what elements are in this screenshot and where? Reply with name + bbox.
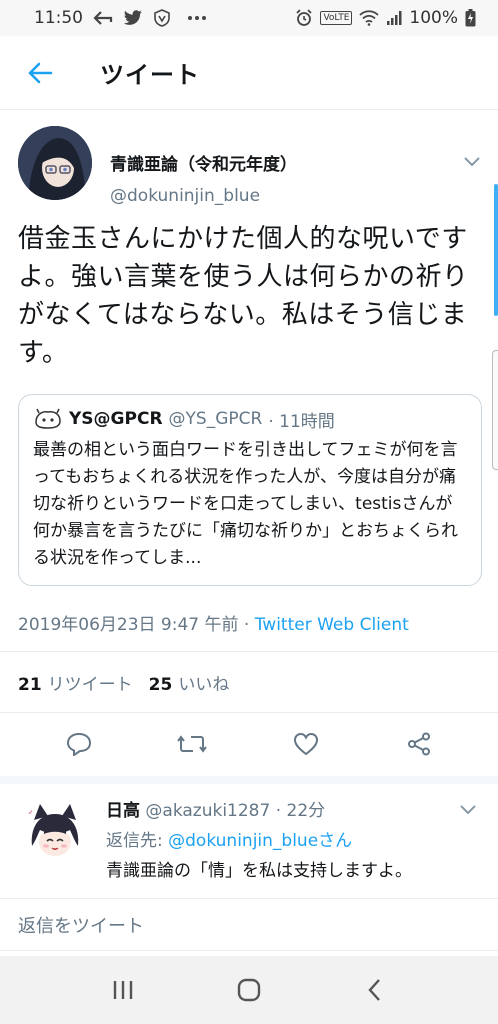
back-button[interactable]: [20, 53, 60, 93]
twitter-bird-icon: [123, 10, 143, 26]
reply-time: · 22分: [275, 801, 326, 821]
reply-to-suffix: さん: [318, 831, 353, 851]
tweet-author: 青識亜論（令和元年度） @dokuninjin_blue: [18, 126, 488, 206]
likes-stat[interactable]: 25 いいね: [149, 670, 230, 695]
quote-text: 最善の相という面白ワードを引き出してフェミが何を言ってもおちょくれる状況を作った…: [33, 440, 458, 568]
reply-button[interactable]: [57, 722, 101, 766]
quote-header: YS@GPCR @YS_GPCR · 11時間: [33, 407, 467, 432]
scrollbar[interactable]: [494, 184, 498, 316]
status-left: 11:50: [34, 8, 207, 28]
likes-label: いいね: [178, 675, 230, 695]
share-icon: [408, 732, 431, 756]
reply-to-prefix: 返信先:: [106, 831, 169, 851]
signal-icon: [386, 10, 402, 26]
quoted-tweet[interactable]: YS@GPCR @YS_GPCR · 11時間 最善の相という面白ワードを引き出…: [18, 394, 482, 586]
divider: [0, 898, 498, 899]
nav-back-button[interactable]: [351, 966, 399, 1014]
quote-author-name: YS@GPCR: [69, 409, 163, 429]
divider: [0, 651, 498, 652]
author-name[interactable]: 青識亜論（令和元年度）: [110, 150, 297, 175]
tweet-actions: [0, 712, 498, 776]
tweet-meta: 2019年06月23日 9:47 午前 · Twitter Web Client: [18, 610, 409, 635]
likes-count: 25: [148, 675, 173, 695]
back-arrow-icon: [93, 10, 113, 26]
battery-icon: [465, 9, 476, 27]
reply-compose-input[interactable]: 返信をツイート: [18, 912, 144, 938]
wifi-icon: [359, 10, 380, 26]
chevron-down-icon: [464, 157, 480, 167]
tweet-date: 2019年06月23日 9:47 午前: [18, 615, 239, 635]
tweet-menu-button[interactable]: [460, 152, 484, 172]
retweets-label: リツイート: [47, 675, 133, 695]
status-time: 11:50: [34, 8, 83, 28]
page-title: ツイート: [100, 61, 200, 89]
volte-icon: VoLTE: [320, 11, 353, 25]
alarm-icon: [295, 9, 313, 27]
reply-author-name[interactable]: 日高: [106, 801, 140, 821]
arrow-left-icon: [28, 62, 53, 83]
chevron-down-icon: [460, 805, 476, 815]
retweet-button[interactable]: [170, 722, 214, 766]
reply-to-line: 返信先: @dokuninjin_blueさん: [106, 826, 352, 851]
reply-header: 日高 @akazuki1287 · 22分: [106, 796, 325, 821]
author-avatar[interactable]: [18, 126, 92, 200]
more-dots-icon: [187, 15, 207, 21]
chevron-left-icon: [368, 979, 380, 1001]
recent-apps-icon: [113, 981, 133, 999]
status-bar: 11:50 VoLTE 100%: [0, 0, 498, 36]
tweet-text: 借金玉さんにかけた個人的な呪いですよ。強い言葉を使う人は何らかの祈りがなくてはな…: [18, 224, 469, 368]
tweet-client-link[interactable]: Twitter Web Client: [255, 615, 409, 635]
reply-tweet[interactable]: 日高 @akazuki1287 · 22分 返信先: @dokuninjin_b…: [0, 784, 498, 894]
retweets-count: 21: [18, 675, 42, 695]
retweets-stat[interactable]: 21 リツイート: [18, 670, 133, 695]
home-button[interactable]: [225, 966, 273, 1014]
share-button[interactable]: [397, 722, 441, 766]
system-nav-bar: [0, 956, 498, 1024]
reply-icon: [66, 732, 91, 756]
author-handle[interactable]: @dokuninjin_blue: [110, 186, 260, 206]
reply-avatar[interactable]: [22, 800, 88, 866]
quote-time: · 11時間: [268, 411, 335, 432]
edge-panel-handle[interactable]: [492, 350, 498, 470]
quote-author-handle: @YS_GPCR: [168, 409, 263, 429]
battery-percent: 100%: [409, 8, 458, 28]
tweet-stats: 21 リツイート 25 いいね: [18, 670, 229, 695]
app-bar: ツイート: [0, 36, 498, 110]
quote-avatar-icon: [33, 408, 63, 430]
status-right: VoLTE 100%: [295, 8, 476, 28]
like-button[interactable]: [284, 722, 328, 766]
compose-underline: [0, 950, 498, 951]
shield-icon: [153, 9, 171, 27]
reply-to-mention[interactable]: @dokuninjin_blue: [168, 831, 318, 851]
retweet-icon: [177, 735, 208, 753]
home-icon: [237, 978, 261, 1002]
meta-separator: ·: [238, 615, 255, 635]
section-divider: [0, 776, 498, 784]
reply-author-handle[interactable]: @akazuki1287: [145, 801, 270, 821]
reply-menu-button[interactable]: [456, 800, 480, 820]
heart-icon: [293, 732, 318, 756]
reply-text: 青識亜論の「情」を私は支持しますよ。: [106, 861, 412, 881]
recent-apps-button[interactable]: [99, 966, 147, 1014]
